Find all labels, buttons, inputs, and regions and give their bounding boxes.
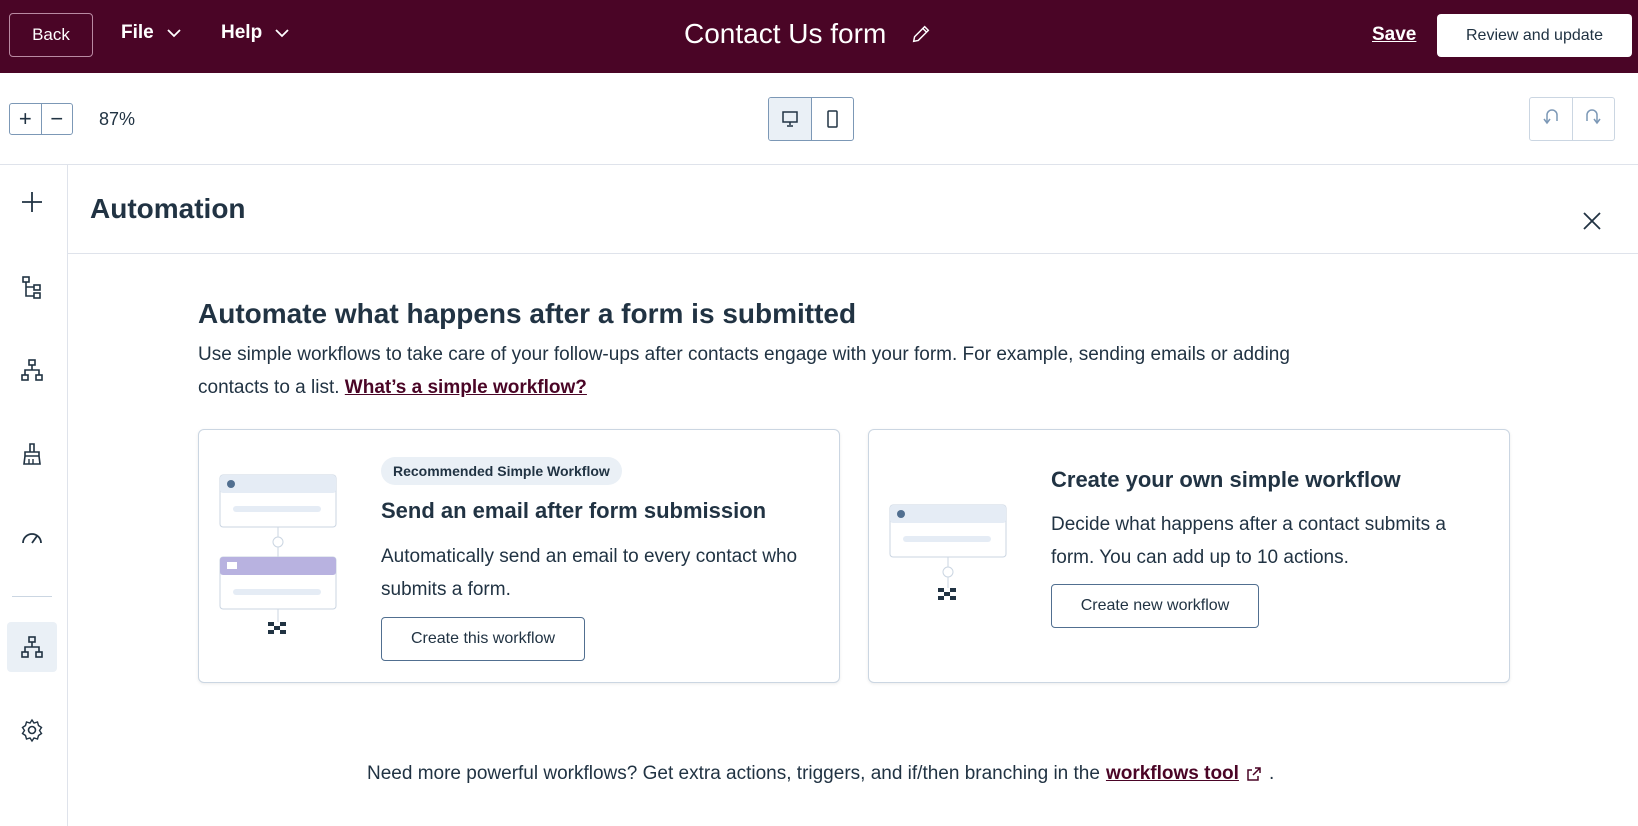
workflows-tool-note: Need more powerful workflows? Get extra … [367, 763, 1274, 785]
sidebar-item-structure[interactable] [7, 262, 57, 312]
sidebar-divider [12, 596, 52, 597]
device-preview-toggle [768, 97, 854, 141]
sidebar-item-settings[interactable] [7, 705, 57, 755]
sidebar-item-performance[interactable] [7, 512, 57, 562]
footer-suffix: . [1268, 763, 1275, 784]
workflow-illustration [219, 474, 337, 634]
pencil-icon[interactable] [910, 23, 932, 45]
redo-icon [1586, 109, 1601, 125]
external-link-icon[interactable] [1245, 765, 1263, 783]
close-icon[interactable] [1581, 210, 1603, 232]
mobile-view-button[interactable] [810, 98, 854, 140]
sidebar-item-style[interactable] [7, 429, 57, 479]
automation-description: Use simple workflows to take care of you… [198, 338, 1308, 404]
footer-text: Need more powerful workflows? Get extra … [367, 763, 1100, 784]
paint-brush-icon [23, 443, 41, 465]
sidebar-item-flow[interactable] [7, 345, 57, 395]
chevron-down-icon [275, 29, 289, 38]
recommended-badge: Recommended Simple Workflow [381, 457, 622, 485]
form-title-group: Contact Us form [684, 18, 932, 50]
editor-toolbar: + − 87% [0, 73, 1638, 165]
zoom-out-button[interactable]: − [40, 104, 73, 134]
card-title: Send an email after form submission [381, 498, 767, 523]
file-menu-label: File [121, 22, 154, 43]
recommended-workflow-card: Recommended Simple Workflow Send an emai… [198, 429, 840, 683]
desktop-view-button[interactable] [769, 98, 811, 140]
workflow-icon [21, 636, 43, 658]
zoom-in-button[interactable]: + [10, 104, 41, 134]
card-description: Automatically send an email to every con… [381, 546, 798, 600]
chevron-down-icon [167, 29, 181, 38]
speedometer-icon [22, 533, 42, 544]
zoom-controls: + − [9, 103, 73, 135]
workflows-tool-link[interactable]: workflows tool [1106, 763, 1239, 785]
hierarchy-icon [22, 276, 41, 299]
gear-icon [21, 718, 43, 743]
sidebar-item-add[interactable] [7, 177, 57, 227]
zoom-level: 87% [99, 109, 136, 129]
create-this-workflow-button[interactable]: Create this workflow [381, 617, 585, 661]
left-sidebar [0, 165, 68, 826]
custom-workflow-card: Create your own simple workflow Decide w… [868, 429, 1510, 683]
save-link[interactable]: Save [1372, 24, 1416, 46]
workflow-illustration [889, 504, 1007, 600]
card-description: Decide what happens after a contact subm… [1051, 514, 1447, 568]
file-menu[interactable]: File [121, 22, 182, 44]
desktop-icon [782, 111, 798, 127]
help-menu-label: Help [221, 22, 263, 43]
simple-workflow-help-link[interactable]: What’s a simple workflow? [345, 377, 587, 398]
sidebar-item-automation[interactable] [7, 622, 57, 672]
automation-heading: Automate what happens after a form is su… [198, 298, 857, 329]
back-button[interactable]: Back [9, 13, 93, 57]
redo-button[interactable] [1571, 98, 1615, 140]
undo-icon [1543, 109, 1558, 125]
mobile-icon [827, 110, 838, 128]
help-menu[interactable]: Help [221, 22, 290, 44]
flow-chart-icon [21, 359, 43, 381]
plus-icon [22, 192, 42, 212]
create-new-workflow-button[interactable]: Create new workflow [1051, 584, 1259, 628]
form-title: Contact Us form [684, 18, 887, 49]
undo-button[interactable] [1530, 98, 1572, 140]
panel-title: Automation [90, 193, 246, 224]
automation-panel-header: Automation [68, 165, 1638, 254]
card-title: Create your own simple workflow [1051, 467, 1401, 492]
history-controls [1529, 97, 1615, 141]
top-bar: Back File Help Contact Us form Save Revi… [0, 0, 1638, 73]
review-and-update-button[interactable]: Review and update [1437, 14, 1632, 57]
